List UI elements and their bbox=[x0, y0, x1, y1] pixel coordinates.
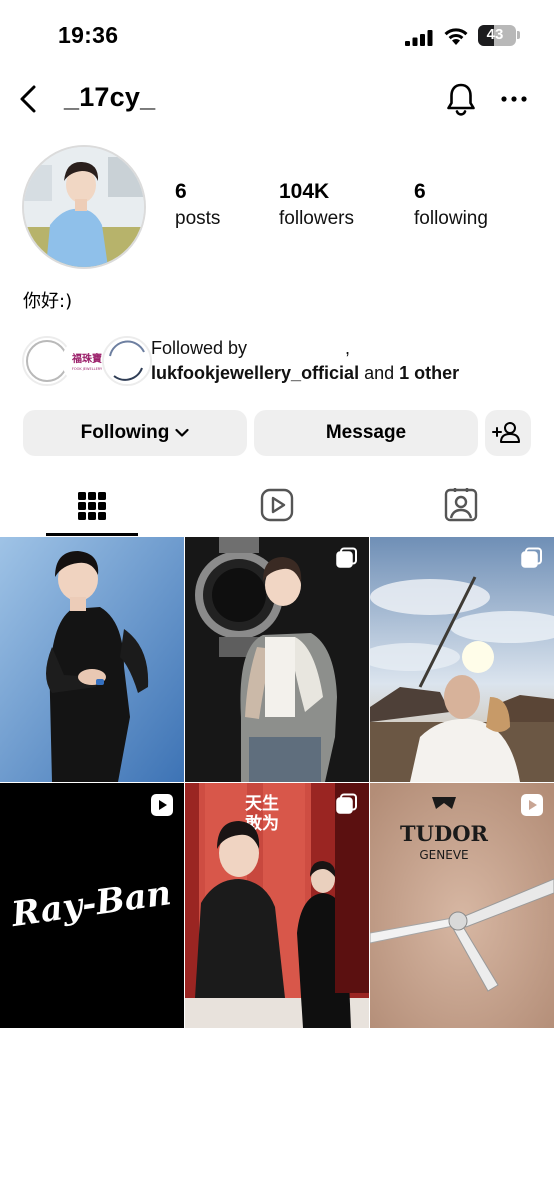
cellular-signal-icon bbox=[405, 30, 433, 46]
mutual-account-link[interactable]: lukfookjewellery_official bbox=[151, 363, 359, 383]
mutual-avatar bbox=[102, 336, 152, 386]
followed-by-text: Followed by bbox=[151, 338, 248, 358]
lukfook-logo-cn: 福珠寶 bbox=[71, 352, 102, 365]
tab-tagged[interactable] bbox=[369, 480, 553, 536]
tab-reels[interactable] bbox=[185, 480, 369, 536]
post-image bbox=[185, 537, 369, 782]
mutual-followers[interactable]: 福珠寶 FOOK JEWELLERY Followed by, lukfookj… bbox=[22, 336, 542, 388]
stat-posts[interactable]: 6 posts bbox=[175, 180, 220, 230]
post-thumbnail[interactable]: Ray-Ban bbox=[0, 783, 184, 1028]
followed-by-label: Followed by, bbox=[151, 338, 350, 359]
stat-following[interactable]: 6 following bbox=[414, 180, 488, 230]
carousel-icon bbox=[336, 547, 357, 568]
following-button[interactable]: Following bbox=[23, 410, 247, 456]
battery-cap bbox=[517, 31, 520, 39]
post-thumbnail[interactable]: 天生敢为 bbox=[185, 783, 369, 1028]
profile-bio: 你好:) bbox=[23, 291, 73, 312]
followed-by-accounts: lukfookjewellery_official and 1 other bbox=[151, 363, 459, 384]
chevron-down-icon bbox=[175, 428, 189, 437]
profile-username: _17cy_ bbox=[64, 82, 156, 112]
status-bar: 19:36 43 bbox=[0, 0, 554, 72]
following-label: following bbox=[414, 208, 488, 229]
post-thumbnail[interactable] bbox=[185, 537, 369, 782]
post-image: TUDOR GENEVE bbox=[370, 783, 554, 1028]
followers-label: followers bbox=[279, 208, 354, 229]
suggest-accounts-button[interactable] bbox=[485, 410, 531, 456]
notifications-bell-icon[interactable] bbox=[444, 81, 478, 117]
post-image bbox=[0, 537, 184, 782]
carousel-icon bbox=[336, 793, 357, 814]
reels-icon bbox=[260, 488, 294, 522]
post-thumbnail[interactable] bbox=[0, 537, 184, 782]
avatar-photo bbox=[24, 147, 144, 267]
back-icon[interactable] bbox=[16, 84, 42, 114]
battery-percent: 43 bbox=[486, 26, 504, 43]
profile-avatar[interactable] bbox=[22, 145, 146, 269]
message-button[interactable]: Message bbox=[254, 410, 478, 456]
posts-count: 6 bbox=[175, 180, 187, 203]
poster-text-line: 天生 bbox=[245, 793, 279, 814]
following-count: 6 bbox=[414, 180, 426, 203]
post-thumbnail[interactable] bbox=[370, 537, 554, 782]
add-person-icon bbox=[492, 422, 520, 443]
post-thumbnail[interactable]: TUDOR GENEVE bbox=[370, 783, 554, 1028]
post-image: 天生敢为 bbox=[185, 783, 369, 1028]
wifi-icon bbox=[444, 28, 468, 45]
reel-icon bbox=[151, 794, 173, 816]
post-image: Ray-Ban bbox=[0, 783, 184, 1028]
mutual-others-link[interactable]: 1 other bbox=[399, 363, 459, 383]
message-button-label: Message bbox=[325, 422, 407, 443]
tudor-subtext: GENEVE bbox=[419, 848, 468, 862]
mutual-avatar-photo bbox=[104, 338, 150, 384]
grid-icon bbox=[78, 492, 106, 520]
post-image bbox=[370, 537, 554, 782]
profile-tabs bbox=[0, 480, 554, 536]
posts-label: posts bbox=[175, 208, 221, 229]
more-options-icon[interactable] bbox=[500, 84, 528, 114]
following-button-label: Following bbox=[80, 422, 170, 443]
tudor-logo-text: TUDOR bbox=[400, 821, 488, 846]
active-tab-indicator bbox=[46, 533, 138, 536]
battery-icon: 43 bbox=[478, 25, 516, 46]
followed-by-comma: , bbox=[345, 338, 351, 358]
status-time: 19:36 bbox=[58, 22, 119, 48]
carousel-icon bbox=[521, 547, 542, 568]
profile-header: _17cy_ bbox=[0, 72, 554, 128]
lukfook-logo-en: FOOK JEWELLERY bbox=[72, 367, 103, 371]
followers-count: 104K bbox=[279, 180, 330, 203]
reel-icon bbox=[521, 794, 543, 816]
mutual-and-text: and bbox=[364, 363, 395, 383]
tagged-icon bbox=[444, 488, 478, 522]
tab-posts-grid[interactable] bbox=[0, 480, 184, 536]
stat-followers[interactable]: 104K followers bbox=[279, 180, 354, 230]
